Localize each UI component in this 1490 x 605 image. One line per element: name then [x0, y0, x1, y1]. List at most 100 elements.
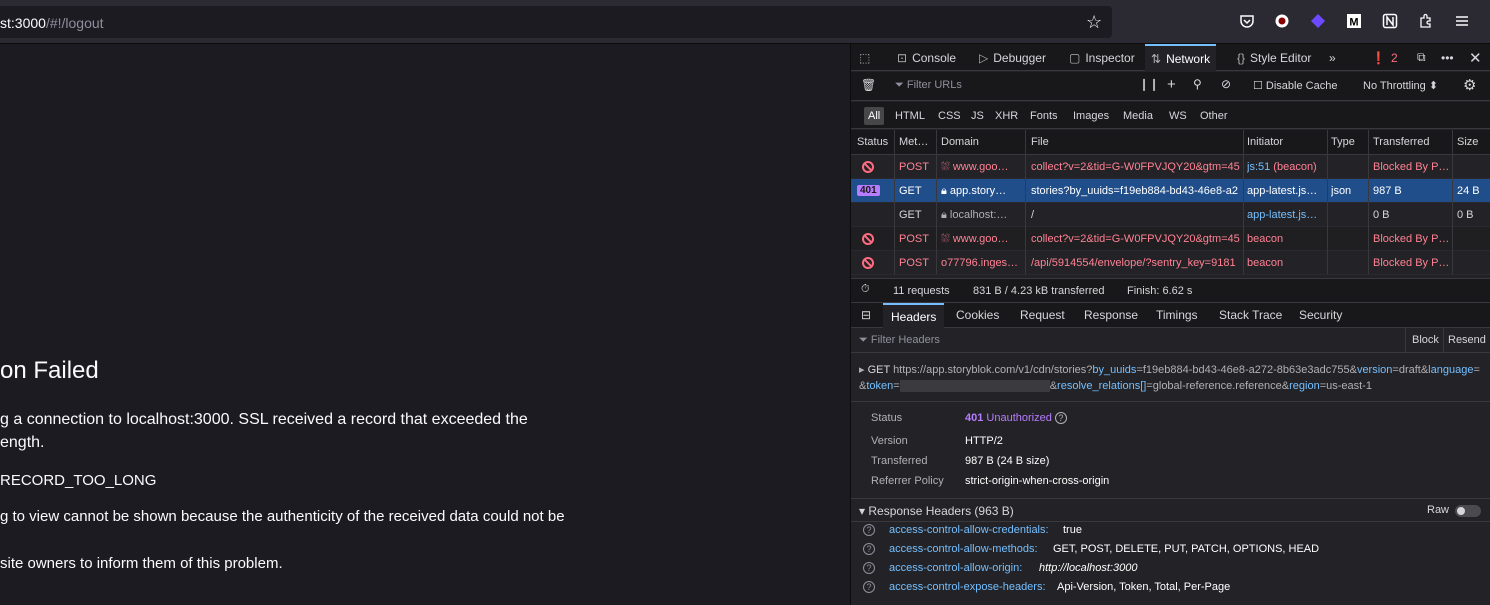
filter-js[interactable]: JS [967, 107, 988, 125]
help-icon[interactable]: ? [863, 581, 875, 593]
extension-proton-icon[interactable] [1308, 11, 1328, 31]
tab-headers[interactable]: Headers [883, 303, 945, 328]
col-size[interactable]: Size [1457, 136, 1478, 148]
header-row: ? access-control-allow-credentials: true [851, 522, 1490, 541]
redacted-token [899, 380, 1050, 393]
col-type[interactable]: Type [1331, 136, 1355, 148]
tab-stack-trace[interactable]: Stack Trace [1219, 308, 1282, 322]
bookmark-star-icon[interactable]: ☆ [1086, 12, 1102, 33]
tab-console[interactable]: ⊡ Console [891, 44, 962, 71]
extension-medium-icon[interactable]: M [1344, 11, 1364, 31]
filter-html[interactable]: HTML [891, 107, 929, 125]
raw-label: Raw [1427, 504, 1450, 516]
add-icon[interactable]: + [1167, 76, 1176, 93]
error-line-4: site owners to inform them of this probl… [0, 555, 283, 572]
col-status[interactable]: Status [857, 136, 888, 148]
close-devtools-icon[interactable]: ✕ [1469, 44, 1482, 71]
filter-other[interactable]: Other [1196, 107, 1232, 125]
console-icon: ⊡ [897, 50, 908, 65]
summary-requests: 11 requests [893, 285, 950, 297]
column-divider [1025, 130, 1026, 274]
tab-response[interactable]: Response [1084, 308, 1138, 322]
pocket-icon[interactable] [1237, 11, 1257, 31]
tab-debugger[interactable]: ▷ Debugger [973, 44, 1052, 71]
status-badge: 401 [857, 184, 880, 196]
table-row[interactable]: GET 🔒︎ localhost:… / app-latest.js… 0 B … [851, 203, 1490, 227]
error-circle-icon: ❗ [1371, 50, 1386, 65]
filter-css[interactable]: CSS [934, 107, 965, 125]
help-icon[interactable]: ? [863, 562, 875, 574]
column-divider [1327, 130, 1328, 274]
filter-ws[interactable]: WS [1165, 107, 1191, 125]
svg-text:M: M [1349, 17, 1358, 29]
help-icon[interactable]: ? [1054, 412, 1067, 424]
col-initiator[interactable]: Initiator [1247, 136, 1283, 148]
url-host: st:3000 [0, 15, 46, 31]
response-headers-section[interactable]: ▾ Response Headers (963 B) Raw [851, 498, 1490, 522]
col-method[interactable]: Met… [899, 136, 928, 148]
tab-network[interactable]: ⇅ Network [1145, 44, 1217, 71]
blocked-icon [862, 257, 874, 272]
inspector-icon: ▢ [1069, 50, 1081, 65]
tracker-icon: ⛆ [941, 161, 953, 173]
throttling-select[interactable]: No Throttling ⬍ [1363, 79, 1438, 92]
pause-icon[interactable]: ❙❙ [1139, 77, 1159, 91]
blocked-icon [862, 161, 874, 176]
toggle-sidebar-icon[interactable]: ⊟ [861, 308, 871, 322]
column-divider [1452, 130, 1453, 274]
block-icon[interactable]: ⊘ [1221, 77, 1231, 91]
help-icon[interactable]: ? [863, 524, 875, 536]
resend-button[interactable]: Resend [1443, 328, 1486, 353]
col-domain[interactable]: Domain [941, 136, 979, 148]
collapse-triangle-icon[interactable]: ▾ [859, 504, 868, 518]
url-text[interactable]: st:3000/#!/logout [0, 15, 104, 31]
filter-fonts[interactable]: Fonts [1026, 107, 1062, 125]
settings-gear-icon[interactable]: ⚙ [1463, 76, 1476, 94]
menu-hamburger-icon[interactable] [1452, 11, 1472, 31]
divider [851, 401, 1490, 402]
filter-funnel-icon: ⏷ [895, 79, 907, 91]
table-row[interactable]: POST ⛆ www.goo… collect?v=2&tid=G-W0FPVJ… [851, 227, 1490, 251]
summary-transferred: 831 B / 4.23 kB transferred [973, 285, 1105, 297]
lock-icon: 🔒︎ [941, 209, 950, 221]
filter-media[interactable]: Media [1119, 107, 1157, 125]
table-row[interactable]: POST o77796.inges… /api/5914554/envelope… [851, 251, 1490, 275]
table-row-selected[interactable]: 401 GET 🔒︎ app.story… stories?by_uuids=f… [851, 179, 1490, 203]
raw-toggle[interactable] [1455, 505, 1481, 517]
table-row[interactable]: POST ⛆ www.goo… collect?v=2&tid=G-W0FPVJ… [851, 155, 1490, 179]
filter-headers-input[interactable]: ⏷ Filter Headers [859, 334, 940, 347]
search-icon[interactable]: ⚲ [1193, 77, 1202, 91]
url-bar[interactable]: st:3000/#!/logout ☆ [0, 6, 1112, 38]
filter-all[interactable]: All [864, 107, 885, 125]
col-file[interactable]: File [1031, 136, 1049, 148]
help-icon[interactable]: ? [863, 543, 875, 555]
trash-icon[interactable]: 🗑 [861, 78, 876, 92]
filter-urls-input[interactable]: ⏷ Filter URLs [895, 79, 962, 92]
col-transferred[interactable]: Transferred [1373, 136, 1429, 148]
more-tabs-chevron-icon[interactable]: » [1329, 44, 1336, 71]
filter-xhr[interactable]: XHR [991, 107, 1022, 125]
summary-finish: Finish: 6.62 s [1127, 285, 1193, 297]
tab-timings[interactable]: Timings [1156, 308, 1198, 322]
expand-triangle-icon[interactable]: ▸ [859, 364, 868, 376]
style-editor-icon: {} [1237, 50, 1246, 65]
tab-security[interactable]: Security [1299, 308, 1342, 322]
element-picker-icon[interactable]: ⬚ [859, 44, 870, 71]
tab-style-editor[interactable]: {} Style Editor [1231, 44, 1317, 71]
extension-notion-icon[interactable] [1380, 11, 1400, 31]
disable-cache-checkbox[interactable]: ☐ Disable Cache [1253, 79, 1337, 92]
tab-cookies[interactable]: Cookies [956, 308, 999, 322]
error-line-1: g a connection to localhost:3000. SSL re… [0, 411, 528, 428]
blocked-icon [862, 233, 874, 248]
error-count-badge[interactable]: ❗ 2 [1371, 44, 1398, 71]
more-options-icon[interactable]: ••• [1441, 44, 1454, 71]
stopwatch-icon[interactable]: ⏱ [861, 283, 870, 296]
filter-images[interactable]: Images [1069, 107, 1113, 125]
dock-icon[interactable]: ⧉ [1417, 44, 1426, 71]
block-button[interactable]: Block [1405, 328, 1439, 353]
column-divider [1243, 130, 1244, 274]
tab-request[interactable]: Request [1020, 308, 1065, 322]
tab-inspector[interactable]: ▢ Inspector [1063, 44, 1141, 71]
extensions-puzzle-icon[interactable] [1416, 11, 1436, 31]
extension-ublock-icon[interactable] [1272, 11, 1292, 31]
